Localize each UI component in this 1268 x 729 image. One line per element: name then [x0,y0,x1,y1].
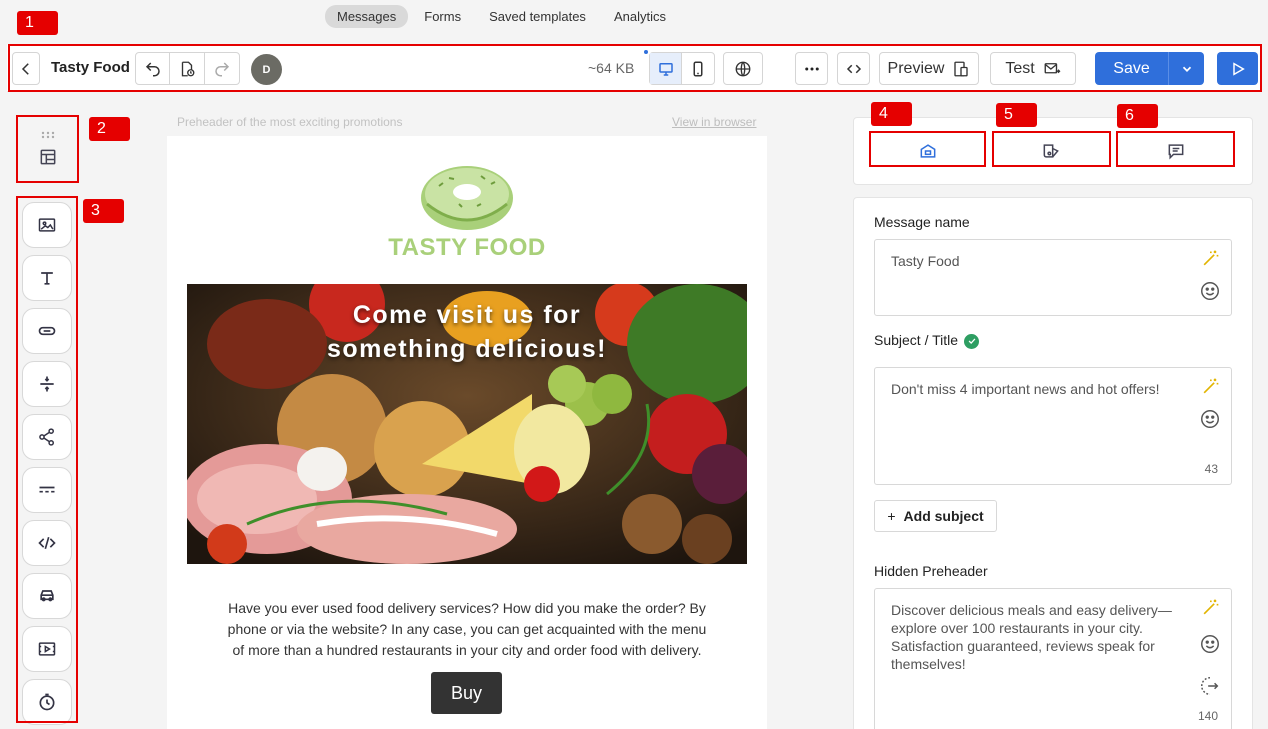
marker-2: 2 [89,117,130,141]
preheader-field[interactable]: Discover delicious meals and easy delive… [874,588,1232,729]
hero-line-1: Come visit us for [352,301,582,329]
buy-button[interactable]: Buy [431,672,502,714]
magic-wand-icon[interactable] [1199,376,1221,398]
top-nav-tabs: Messages Forms Saved templates Analytics [325,5,678,28]
add-subject-label: Add subject [903,508,984,524]
subject-field[interactable]: Don't miss 4 important news and hot offe… [874,367,1232,485]
preheader-label: Hidden Preheader [874,563,988,579]
message-name-field[interactable]: Tasty Food [874,239,1232,316]
annotation-box-5 [992,131,1111,167]
email-canvas[interactable]: TASTY FOOD Come visit us for something d… [167,136,767,729]
marker-3: 3 [83,199,124,223]
hero-image[interactable]: Come visit us for something delicious! [187,284,747,564]
message-name-label: Message name [874,214,970,230]
verified-check-icon [964,333,980,349]
hero-line-2: something delicious! [326,335,608,363]
subject-label: Subject / Title [874,332,980,349]
subject-value: Don't miss 4 important news and hot offe… [891,381,1160,397]
emoji-icon[interactable] [1199,280,1221,302]
tab-saved-templates[interactable]: Saved templates [477,5,598,28]
tab-analytics[interactable]: Analytics [602,5,678,28]
emoji-icon[interactable] [1199,633,1221,655]
preheader-text: Preheader of the most exciting promotion… [177,115,403,129]
emoji-icon[interactable] [1199,408,1221,430]
brand-name: TASTY FOOD [388,234,546,261]
tab-forms[interactable]: Forms [412,5,473,28]
annotation-box-2 [16,115,79,183]
annotation-box-6 [1116,131,1235,167]
subject-char-count: 43 [1204,462,1218,476]
preheader-char-count: 140 [1197,709,1218,723]
donut-logo-icon[interactable] [419,158,515,234]
tab-messages[interactable]: Messages [325,5,409,28]
view-in-browser-link[interactable]: View in browser [672,115,756,129]
magic-wand-icon[interactable] [1199,248,1221,270]
marker-5: 5 [996,103,1037,127]
annotation-box-4 [869,131,986,167]
marker-1: 1 [17,11,58,35]
hero-headline: Come visit us for something delicious! [187,298,747,366]
marker-6: 6 [1117,104,1158,128]
message-name-value: Tasty Food [891,253,960,269]
subject-label-text: Subject / Title [874,332,959,348]
body-paragraph[interactable]: Have you ever used food delivery service… [222,598,712,661]
top-nav: Messages Forms Saved templates Analytics [0,0,1268,36]
add-subject-button[interactable]: + Add subject [874,500,997,532]
preheader-value: Discover delicious meals and easy delive… [891,602,1172,672]
marker-4: 4 [871,102,912,126]
insert-variable-icon[interactable] [1199,675,1221,697]
annotation-box-3 [16,196,78,723]
annotation-box-1 [8,44,1262,92]
plus-icon: + [887,508,896,524]
message-settings-panel: Message name Tasty Food Subject / Title … [853,197,1253,729]
magic-wand-icon[interactable] [1199,597,1221,619]
